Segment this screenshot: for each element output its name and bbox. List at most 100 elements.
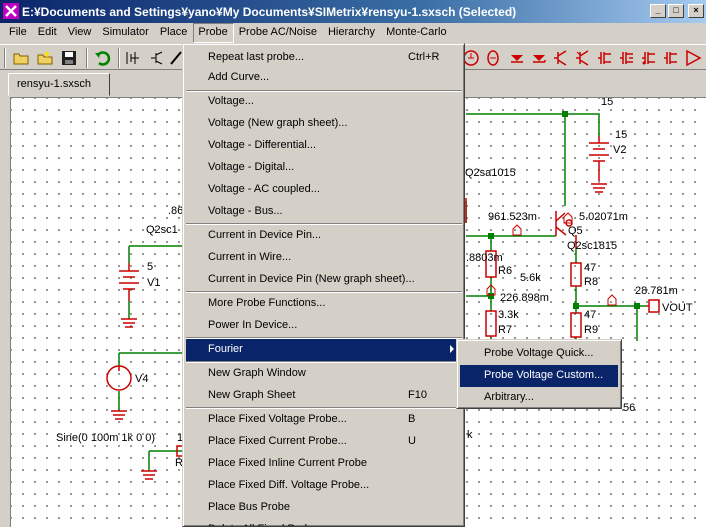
- label-5-6k: 5.6k: [520, 272, 541, 284]
- menu-place[interactable]: Place: [155, 23, 194, 43]
- label-r7: R7: [498, 324, 512, 336]
- label-5-02m: 5.02071m: [579, 211, 628, 223]
- menu-item-voltage-differential[interactable]: Voltage - Differential...: [186, 135, 462, 157]
- label-56: 56: [623, 402, 635, 414]
- menu-item-place-fixed-inline-current-probe[interactable]: Place Fixed Inline Current Probe: [186, 453, 462, 475]
- label-961m: 961.523m: [488, 211, 537, 223]
- label-v1: V1: [147, 277, 160, 289]
- label-v2-voltage: 15: [615, 129, 627, 141]
- menu-item-place-fixed-voltage-probe[interactable]: Place Fixed Voltage Probe... B: [186, 409, 462, 431]
- mirror-icon[interactable]: [148, 49, 166, 67]
- menu-item-voltage[interactable]: Voltage...: [186, 91, 462, 113]
- window-controls: _ □ ×: [650, 4, 704, 18]
- npn-icon[interactable]: [552, 49, 570, 67]
- menu-item-label: New Graph Sheet: [208, 389, 296, 401]
- shortcut-ctrl-r: Ctrl+R: [408, 51, 440, 63]
- menu-item-repeat-last-probe[interactable]: Repeat last probe... Ctrl+R: [186, 47, 462, 69]
- diode-icon[interactable]: [530, 49, 548, 67]
- label-q2sc1815: Q2sc1815: [567, 240, 617, 252]
- toolbar-separator: [86, 48, 88, 68]
- shortcut-b: B: [408, 413, 416, 425]
- menu-item-voltage-digital[interactable]: Voltage - Digital...: [186, 157, 462, 179]
- pmos-icon[interactable]: [618, 49, 636, 67]
- menu-item-place-bus-probe[interactable]: Place Bus Probe: [186, 497, 462, 519]
- shortcut-u: U: [408, 435, 416, 447]
- nmos-icon[interactable]: [596, 49, 614, 67]
- label-v1-voltage: 5: [147, 261, 153, 273]
- pnp-icon[interactable]: [574, 49, 592, 67]
- nmos-icon[interactable]: [662, 49, 680, 67]
- menu-item-current-in-device-pin-new-sheet[interactable]: Current in Device Pin (New graph sheet).…: [186, 269, 462, 291]
- menu-item-probe-voltage-custom[interactable]: Probe Voltage Custom...: [460, 365, 618, 387]
- label-q2sc1: Q2sc1: [146, 224, 178, 236]
- pmos-icon[interactable]: [640, 49, 658, 67]
- open-folder-icon[interactable]: [12, 49, 30, 67]
- undo-icon[interactable]: [94, 49, 112, 67]
- save-icon[interactable]: [60, 49, 78, 67]
- current-probe-icon[interactable]: [484, 49, 502, 67]
- menu-item-label: Fourier: [208, 343, 243, 355]
- menu-bar: File Edit View Simulator Place Probe Pro…: [0, 23, 706, 43]
- label-sine-params: Sine(0 100m 1k 0 0): [56, 432, 155, 444]
- diode-icon[interactable]: [508, 49, 526, 67]
- label-r8: R8: [584, 276, 598, 288]
- rotate-icon[interactable]: [124, 49, 142, 67]
- menu-item-label: Place Fixed Current Probe...: [208, 435, 347, 447]
- label-r9-value: 47: [584, 309, 596, 321]
- menu-item-current-in-wire[interactable]: Current in Wire...: [186, 247, 462, 269]
- menu-item-voltage-ac-coupled[interactable]: Voltage - AC coupled...: [186, 179, 462, 201]
- menu-monte-carlo[interactable]: Monte-Carlo: [381, 23, 453, 43]
- menu-edit[interactable]: Edit: [33, 23, 63, 43]
- fourier-submenu: Probe Voltage Quick... Probe Voltage Cus…: [456, 339, 622, 409]
- menu-item-delete-all-fixed-probes[interactable]: Delete All Fixed Probes: [186, 519, 462, 526]
- title-bar: E:¥Documents and Settings¥yano¥My Docume…: [0, 0, 706, 23]
- toolbar-grip: [4, 48, 6, 68]
- opamp-icon[interactable]: [684, 49, 702, 67]
- menu-item-arbitrary[interactable]: Arbitrary...: [460, 387, 618, 409]
- label-28m: 28.781m: [635, 285, 678, 297]
- menu-item-new-graph-sheet[interactable]: New Graph Sheet F10: [186, 385, 462, 407]
- menu-item-label: Place Fixed Voltage Probe...: [208, 413, 347, 425]
- menu-item-current-in-device-pin[interactable]: Current in Device Pin...: [186, 225, 462, 247]
- menu-item-probe-voltage-quick[interactable]: Probe Voltage Quick...: [460, 343, 618, 365]
- label-r6: R6: [498, 265, 512, 277]
- menu-item-new-graph-window[interactable]: New Graph Window: [186, 363, 462, 385]
- label-v4: V4: [135, 373, 148, 385]
- menu-probe-ac-noise[interactable]: Probe AC/Noise: [234, 23, 323, 43]
- menu-item-voltage-new-graph-sheet[interactable]: Voltage (New graph sheet)...: [186, 113, 462, 135]
- window-title: E:¥Documents and Settings¥yano¥My Docume…: [22, 4, 517, 19]
- simetrix-app-icon[interactable]: [3, 3, 19, 19]
- menu-hierarchy[interactable]: Hierarchy: [323, 23, 381, 43]
- label-vout: VOUT: [662, 302, 693, 314]
- label-v2: V2: [613, 144, 626, 156]
- label-8803m: .8803m: [466, 252, 503, 264]
- menu-item-power-in-device[interactable]: Power In Device...: [186, 315, 462, 337]
- menu-file[interactable]: File: [4, 23, 33, 43]
- label-r9: R9: [584, 324, 598, 336]
- tab-rensyu-1[interactable]: rensyu-1.sxsch: [8, 73, 110, 96]
- minimize-button[interactable]: _: [650, 4, 666, 18]
- label-r8-value: 47: [584, 262, 596, 274]
- label-86: .86: [168, 205, 183, 217]
- label-q5: Q5: [568, 225, 583, 237]
- submenu-arrow-icon: [450, 345, 454, 353]
- menu-item-more-probe-functions[interactable]: More Probe Functions...: [186, 293, 462, 315]
- new-folder-icon[interactable]: [36, 49, 54, 67]
- close-button[interactable]: ×: [688, 4, 704, 18]
- menu-item-label: Repeat last probe...: [208, 51, 305, 63]
- label-v2-voltage-top: 15: [601, 98, 613, 108]
- menu-item-fourier[interactable]: Fourier: [186, 339, 462, 361]
- menu-item-add-curve[interactable]: Add Curve...: [186, 67, 462, 89]
- menu-view[interactable]: View: [63, 23, 98, 43]
- menu-probe[interactable]: Probe: [193, 23, 234, 43]
- menu-item-place-fixed-diff-voltage-probe[interactable]: Place Fixed Diff. Voltage Probe...: [186, 475, 462, 497]
- label-226m: 226.898m: [500, 292, 549, 304]
- label-3-3k: 3.3k: [498, 309, 519, 321]
- menu-item-voltage-bus[interactable]: Voltage - Bus...: [186, 201, 462, 223]
- shortcut-f10: F10: [408, 389, 427, 401]
- menu-item-place-fixed-current-probe[interactable]: Place Fixed Current Probe... U: [186, 431, 462, 453]
- toolbar-separator: [118, 48, 120, 68]
- label-q2sa1015: Q2sa1015: [465, 167, 516, 179]
- maximize-button[interactable]: □: [668, 4, 684, 18]
- menu-simulator[interactable]: Simulator: [97, 23, 154, 43]
